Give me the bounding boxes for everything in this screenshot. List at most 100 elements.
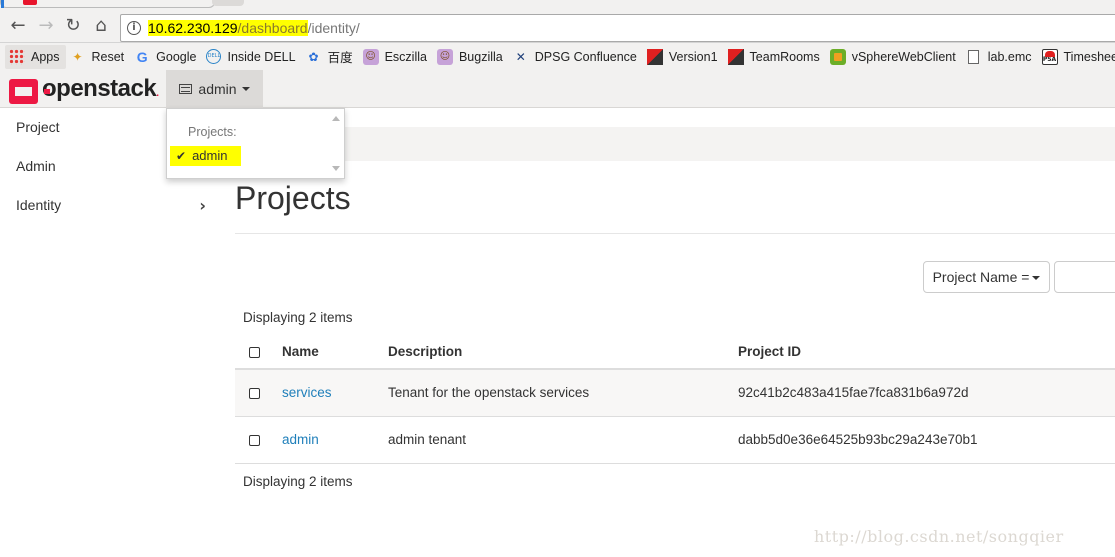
title-divider <box>235 233 1115 234</box>
breadcrumb: Identity / Projects <box>235 127 1115 161</box>
bookmark-label: Bugzilla <box>458 49 503 64</box>
filter-input[interactable] <box>1054 261 1115 293</box>
document-icon <box>967 49 979 64</box>
row-checkbox[interactable] <box>249 387 260 399</box>
home-icon[interactable]: ⌂ <box>91 16 111 36</box>
table-row: admin admin tenant dabb5d0e36e64525b93bc… <box>235 417 1115 464</box>
back-arrow-icon[interactable]: ← <box>8 16 28 36</box>
sidebar-item-label: Project <box>16 119 60 135</box>
browser-tab[interactable] <box>0 0 215 8</box>
bookmark-vspherewebclient[interactable]: vSphereWebClient <box>826 45 962 69</box>
bookmark-label: Version1 <box>668 49 718 64</box>
info-icon[interactable]: i <box>127 21 141 35</box>
vsphere-icon <box>829 48 846 65</box>
item-count-top: Displaying 2 items <box>243 310 353 325</box>
bookmark-bugzilla[interactable]: ☺ Bugzilla <box>433 45 509 69</box>
caret-down-icon <box>241 87 250 91</box>
bookmark-baidu[interactable]: ✿ 百度 <box>302 45 359 69</box>
brand-dot: . <box>156 88 159 99</box>
table-row: services Tenant for the openstack servic… <box>235 370 1115 417</box>
bookmark-reset[interactable]: ✦ Reset <box>66 45 131 69</box>
checkmark-icon: ✔ <box>176 149 187 163</box>
browser-tabstrip <box>0 0 1115 8</box>
bookmarks-bar: Apps ✦ Reset G Google DELL Inside DELL ✿ 百度 … <box>0 42 1115 70</box>
dropdown-item-admin[interactable]: ✔ admin <box>170 146 241 166</box>
watermark: http://blog.csdn.net/songqier <box>814 527 1064 546</box>
sidebar-item-label: Admin <box>16 158 56 174</box>
bookmark-label: 百度 <box>327 51 353 65</box>
bugzilla-icon: ☺ <box>436 48 453 65</box>
project-id: 92c41b2c483a415fae7fca831b6a972d <box>738 385 969 400</box>
project-selector-toggle[interactable]: admin <box>166 70 263 108</box>
table-header-row: Name Description Project ID <box>235 333 1115 370</box>
address-bar[interactable]: i 10.62.230.129/dashboard/identity/ <box>120 14 1115 42</box>
row-checkbox-cell <box>249 370 260 416</box>
select-all-checkbox[interactable] <box>249 346 260 358</box>
openstack-favicon-icon <box>23 0 37 5</box>
brand-name: openstack. <box>42 76 159 107</box>
openstack-brand[interactable]: openstack. <box>9 76 159 107</box>
dropdown-heading: Projects: <box>188 125 237 139</box>
caret-down-icon <box>1032 276 1041 281</box>
bookmark-label: Timesheet <box>1063 49 1115 64</box>
bookmark-google[interactable]: G Google <box>130 45 202 69</box>
version1-icon <box>646 48 663 65</box>
project-name-cell: admin <box>282 417 319 463</box>
bookmark-esczilla[interactable]: ☺ Esczilla <box>359 45 433 69</box>
bookmark-label: Reset <box>91 49 125 64</box>
row-checkbox-cell <box>249 417 260 463</box>
url-text: 10.62.230.129/dashboard/identity/ <box>148 20 360 36</box>
project-dropdown-menu: Projects: ✔ admin <box>166 108 345 179</box>
project-name-link[interactable]: services <box>282 385 332 400</box>
project-id: dabb5d0e36e64525b93bc29a243e70b1 <box>738 432 978 447</box>
projects-table: Name Description Project ID services Ten… <box>235 333 1115 464</box>
project-description: admin tenant <box>388 432 467 447</box>
select-all-cell <box>249 333 260 370</box>
bookmark-label: vSphereWebClient <box>851 49 956 64</box>
project-name-cell: services <box>282 370 332 416</box>
chevron-right-icon: › <box>199 196 206 215</box>
bookmark-timesheet[interactable]: PSA Timesheet <box>1038 45 1115 69</box>
openstack-header: openstack. admin <box>0 70 1115 108</box>
sidebar-item-identity[interactable]: Identity › <box>0 186 220 225</box>
bookmark-label: Inside DELL <box>227 49 296 64</box>
version1-icon <box>727 48 744 65</box>
reload-icon[interactable]: ↻ <box>63 16 83 36</box>
filter-field-dropdown[interactable]: Project Name = <box>923 261 1050 293</box>
psa-icon: PSA <box>1041 48 1058 65</box>
bookmark-version1[interactable]: Version1 <box>643 45 724 69</box>
bookmark-apps[interactable]: Apps <box>5 44 66 69</box>
bookmark-label: lab.emc <box>987 49 1032 64</box>
column-header-description[interactable]: Description <box>388 333 462 370</box>
bookmark-lab-emc[interactable]: lab.emc <box>962 45 1038 69</box>
bookmark-dpsg-confluence[interactable]: ✕ DPSG Confluence <box>509 45 643 69</box>
bookmark-inside-dell[interactable]: DELL Inside DELL <box>202 45 301 69</box>
item-count-bottom: Displaying 2 items <box>243 474 353 489</box>
apps-grid-icon <box>9 48 25 65</box>
openstack-logo-icon <box>9 79 50 104</box>
url-host: 10.62.230.129 <box>148 20 238 36</box>
column-header-project-id[interactable]: Project ID <box>738 333 801 370</box>
confluence-icon: ✕ <box>515 49 526 64</box>
project-name-link[interactable]: admin <box>282 432 319 447</box>
current-project-label: admin <box>198 81 237 97</box>
row-checkbox[interactable] <box>249 434 260 446</box>
scroll-up-arrow-icon[interactable] <box>332 116 340 121</box>
url-path-rest: /identity/ <box>307 20 360 36</box>
browser-toolbar: ← → ↻ ⌂ i 10.62.230.129/dashboard/identi… <box>0 8 1115 42</box>
bookmark-label: Apps <box>31 49 60 64</box>
column-header-name[interactable]: Name <box>282 333 319 370</box>
magic-wand-icon: ✦ <box>72 49 83 64</box>
project-list-icon <box>179 84 193 94</box>
dell-icon: DELL <box>206 49 222 64</box>
google-icon: G <box>136 48 148 65</box>
dropdown-item-label: admin <box>192 148 228 163</box>
bookmark-label: Esczilla <box>384 49 427 64</box>
bookmark-teamrooms[interactable]: TeamRooms <box>724 45 826 69</box>
new-tab-button[interactable] <box>212 0 244 6</box>
page-title: Projects <box>235 180 351 216</box>
bookmark-label: DPSG Confluence <box>534 49 637 64</box>
forward-arrow-icon[interactable]: → <box>36 16 56 36</box>
scroll-down-arrow-icon[interactable] <box>332 166 340 171</box>
url-path-highlighted: /dashboard <box>237 20 308 36</box>
